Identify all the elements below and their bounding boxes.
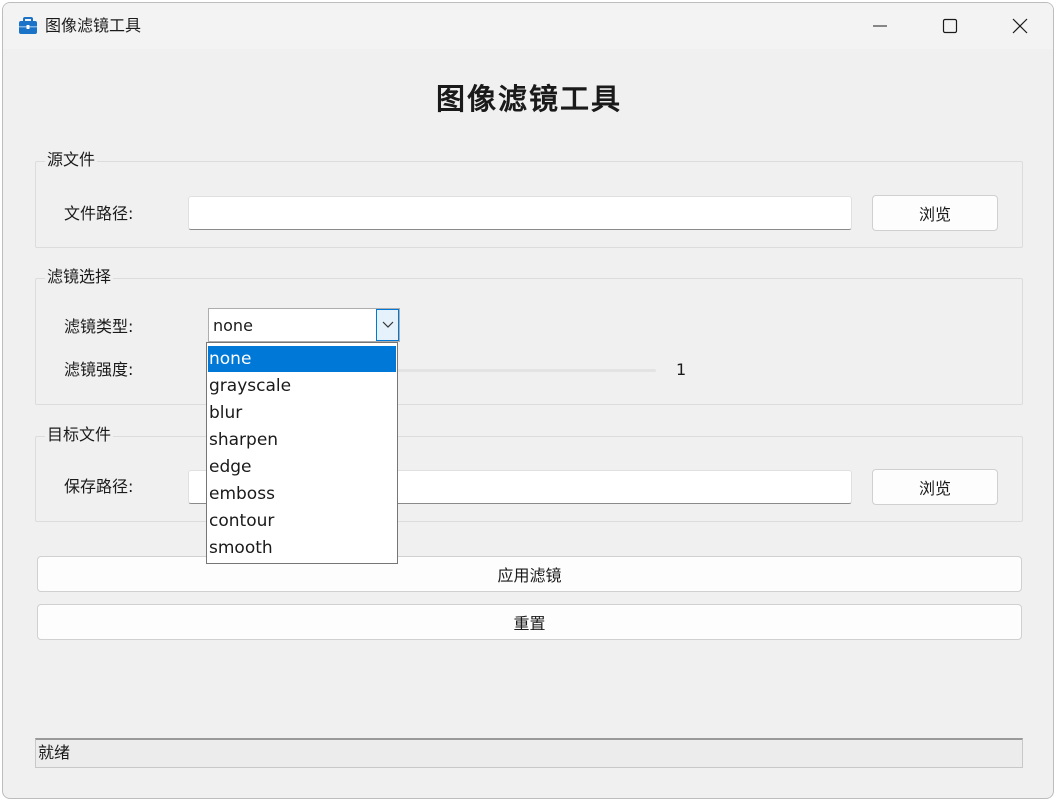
- source-path-label: 文件路径:: [64, 204, 134, 223]
- target-browse-label: 浏览: [918, 479, 951, 498]
- dropdown-option-edge[interactable]: edge: [208, 454, 396, 480]
- reset-button[interactable]: 重置: [37, 604, 1022, 640]
- title-bar[interactable]: 图像滤镜工具: [3, 3, 1053, 49]
- status-bar: 就绪: [35, 738, 1023, 768]
- dropdown-option-none[interactable]: none: [208, 346, 396, 372]
- filter-group: 滤镜选择 滤镜类型: none 滤镜强度: 1: [35, 267, 1023, 405]
- dropdown-option-emboss[interactable]: emboss: [208, 481, 396, 507]
- source-file-group: 源文件 文件路径: 浏览: [35, 150, 1023, 248]
- minimize-icon: [873, 25, 887, 27]
- status-text: 就绪: [38, 743, 71, 762]
- filter-type-value: none: [213, 316, 253, 335]
- filter-strength-label: 滤镜强度:: [64, 360, 134, 379]
- source-group-title: 源文件: [45, 150, 98, 170]
- dropdown-option-smooth[interactable]: smooth: [208, 535, 396, 561]
- dropdown-option-grayscale[interactable]: grayscale: [208, 373, 396, 399]
- apply-filter-button[interactable]: 应用滤镜: [37, 556, 1022, 592]
- minimize-button[interactable]: [845, 3, 915, 49]
- filter-type-dropdown-list: none grayscale blur sharpen edge emboss …: [206, 342, 398, 564]
- filter-type-combobox[interactable]: none: [208, 308, 400, 342]
- maximize-icon: [942, 18, 958, 34]
- close-button[interactable]: [985, 3, 1053, 49]
- source-browse-label: 浏览: [918, 205, 951, 224]
- close-icon: [1012, 18, 1028, 34]
- toolbox-icon: [19, 17, 37, 34]
- chevron-down-icon: [382, 321, 393, 328]
- reset-label: 重置: [513, 614, 546, 633]
- source-path-input[interactable]: [188, 196, 852, 230]
- maximize-button[interactable]: [915, 3, 985, 49]
- target-file-group: 目标文件 保存路径: 浏览: [35, 425, 1023, 522]
- filter-type-label: 滤镜类型:: [64, 317, 134, 336]
- target-path-label: 保存路径:: [64, 477, 134, 496]
- apply-filter-label: 应用滤镜: [497, 566, 562, 585]
- page-title: 图像滤镜工具: [435, 82, 622, 116]
- filter-strength-value: 1: [676, 360, 687, 379]
- app-window: 图像滤镜工具 图像滤镜工具 源文件 文件路径: 浏览 滤镜选择 滤镜类型: no…: [2, 2, 1054, 799]
- filter-group-title: 滤镜选择: [45, 267, 114, 287]
- dropdown-option-sharpen[interactable]: sharpen: [208, 427, 396, 453]
- dropdown-option-blur[interactable]: blur: [208, 400, 396, 426]
- window-title: 图像滤镜工具: [45, 16, 142, 35]
- target-group-title: 目标文件: [45, 425, 114, 445]
- source-browse-button[interactable]: 浏览: [872, 195, 998, 231]
- dropdown-option-contour[interactable]: contour: [208, 508, 396, 534]
- filter-type-dropdown-button[interactable]: [376, 309, 399, 341]
- target-browse-button[interactable]: 浏览: [872, 469, 998, 505]
